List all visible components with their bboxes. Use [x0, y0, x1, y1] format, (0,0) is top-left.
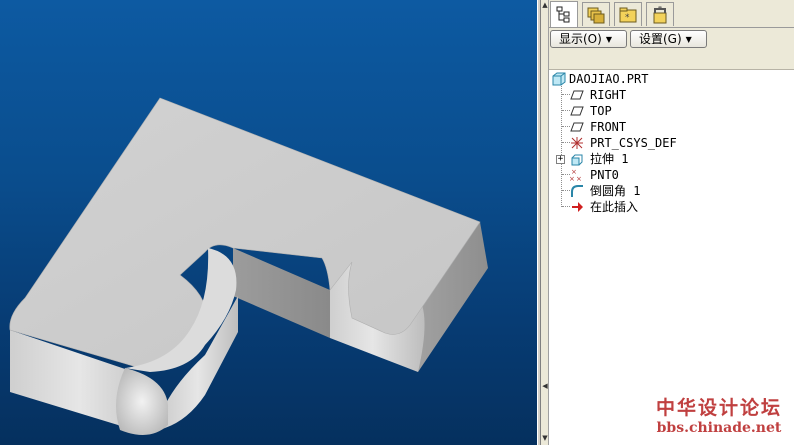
model-inner-wall [233, 248, 330, 338]
tree-item-right[interactable]: RIGHT [549, 87, 794, 103]
tree-item-label: TOP [590, 104, 612, 118]
tree-item-label: RIGHT [590, 88, 627, 102]
extrude-icon [571, 154, 583, 166]
show-dropdown[interactable]: 显示(O) ▼ [550, 30, 627, 48]
tree-item-extrude[interactable]: + 拉伸 1 [549, 151, 794, 167]
model-tree-icon [556, 6, 570, 23]
insert-here-arrow-icon [572, 202, 583, 212]
datum-plane-icon [570, 122, 584, 132]
datum-point-icon: × × × [570, 168, 582, 182]
settings-dropdown-label: 设置(G) [639, 32, 682, 46]
datum-plane-icon [570, 106, 584, 116]
layers-icon [587, 7, 605, 24]
tree-root-label: DAOJIAO.PRT [569, 72, 649, 86]
folder-tab[interactable]: * [614, 2, 642, 26]
tree-item-top[interactable]: TOP [549, 103, 794, 119]
collapse-down-arrow-icon[interactable]: ▼ [541, 434, 549, 443]
svg-text:×: × [570, 175, 575, 182]
tree-item-round[interactable]: 倒圆角 1 [549, 183, 794, 199]
favorites-icon [653, 6, 667, 24]
tree-item-label: 拉伸 1 [590, 152, 629, 166]
watermark-url: bbs.chinade.net [656, 420, 782, 436]
panel-collapse-bar[interactable]: ▲ ◀ ▼ [541, 0, 549, 445]
tree-item-front[interactable]: FRONT [549, 119, 794, 135]
show-dropdown-label: 显示(O) [559, 32, 602, 46]
model-outer-round [116, 368, 168, 435]
model-part-render[interactable] [0, 0, 537, 445]
collapse-up-arrow-icon[interactable]: ▲ [541, 1, 549, 10]
favorites-tab[interactable] [646, 2, 674, 26]
coordinate-system-icon [571, 137, 583, 149]
tree-item-label: PRT_CSYS_DEF [590, 136, 677, 150]
layers-tab[interactable] [582, 2, 610, 26]
expand-plus-icon[interactable]: + [556, 155, 565, 164]
navigator-tabs: * [549, 0, 794, 28]
navigator-panel: * 显示(O) ▼ 设置(G) ▼ DAOJIAO.PRT RIGHT TOP … [549, 0, 794, 445]
part-icon [552, 72, 566, 86]
tree-root[interactable]: DAOJIAO.PRT [549, 71, 794, 87]
tree-item-label: FRONT [590, 120, 627, 134]
settings-dropdown[interactable]: 设置(G) ▼ [630, 30, 707, 48]
svg-text:*: * [625, 13, 630, 23]
folder-icon: * [619, 7, 637, 23]
site-watermark: 中华设计论坛 bbs.chinade.net [648, 396, 790, 440]
tree-item-label: PNT0 [590, 168, 619, 182]
tree-item-point[interactable]: × × × PNT0 [549, 167, 794, 183]
tree-item-label: 倒圆角 1 [590, 184, 641, 198]
navigator-toolbar: 显示(O) ▼ 设置(G) ▼ [549, 28, 794, 70]
chevron-down-icon: ▼ [605, 35, 612, 44]
watermark-title: 中华设计论坛 [655, 397, 782, 419]
svg-text:×: × [576, 175, 582, 182]
collapse-left-arrow-icon[interactable]: ◀ [541, 382, 549, 391]
round-icon [571, 185, 583, 197]
chevron-down-icon: ▼ [685, 35, 692, 44]
tree-item-insert-here[interactable]: 在此插入 [549, 199, 794, 215]
tree-item-label: 在此插入 [590, 200, 639, 214]
model-tree-tab[interactable] [550, 1, 578, 27]
graphics-viewport[interactable] [0, 0, 537, 445]
datum-plane-icon [570, 90, 584, 100]
tree-item-csys[interactable]: PRT_CSYS_DEF [549, 135, 794, 151]
